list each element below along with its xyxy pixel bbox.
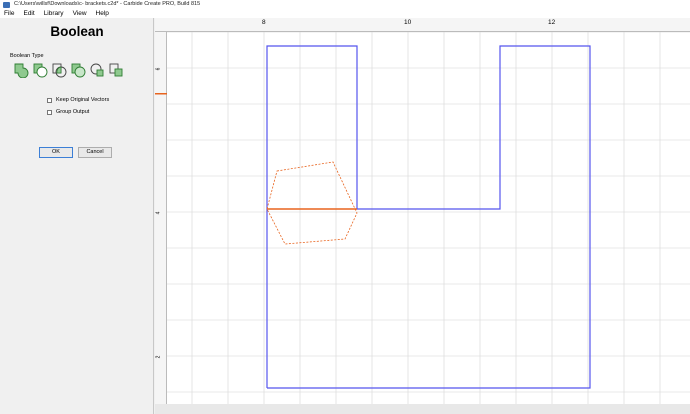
horizontal-ruler: 8 10 12 — [155, 18, 690, 32]
exclude-icon[interactable] — [108, 62, 124, 78]
menu-file[interactable]: File — [4, 9, 14, 18]
keep-original-vectors-checkbox[interactable] — [47, 97, 52, 103]
title-bar: C:\Users\willsf\Downloads\c- brackets.c2… — [0, 0, 690, 9]
ruler-label-y-6: 6 — [155, 67, 162, 71]
vertical-ruler: 6 4 2 — [155, 32, 167, 404]
ruler-label-x-8: 8 — [262, 19, 266, 26]
cancel-button[interactable]: Cancel — [78, 147, 112, 158]
panel-title: Boolean — [50, 24, 104, 39]
menu-edit[interactable]: Edit — [23, 9, 34, 18]
split-icon[interactable] — [89, 62, 105, 78]
selected-outline-shape[interactable] — [266, 45, 591, 389]
union-icon[interactable] — [13, 62, 29, 78]
group-output-label: Group Output — [56, 109, 90, 115]
boolean-type-label: Boolean Type — [10, 53, 44, 59]
boolean-type-icons — [13, 62, 127, 78]
grid — [167, 31, 690, 404]
menu-bar: File Edit Library View Help — [0, 9, 690, 18]
merge-icon[interactable] — [70, 62, 86, 78]
dashed-hexagon-vector[interactable] — [266, 161, 358, 245]
ruler-position-marker — [155, 93, 167, 95]
keep-original-vectors-option[interactable]: Keep Original Vectors — [47, 97, 109, 103]
ruler-label-y-2: 2 — [155, 355, 162, 359]
intersect-icon[interactable] — [51, 62, 67, 78]
ok-button[interactable]: OK — [39, 147, 73, 158]
boolean-panel: Boolean Boolean Type Keep Original Vecto… — [0, 18, 154, 414]
design-canvas[interactable] — [167, 31, 690, 404]
ruler-label-x-10: 10 — [404, 19, 412, 26]
window-title: C:\Users\willsf\Downloads\c- brackets.c2… — [14, 1, 201, 7]
keep-original-vectors-label: Keep Original Vectors — [56, 97, 110, 103]
menu-library[interactable]: Library — [44, 9, 64, 18]
app-icon — [3, 1, 10, 8]
group-output-checkbox[interactable] — [47, 109, 52, 115]
group-output-option[interactable]: Group Output — [47, 109, 89, 115]
menu-view[interactable]: View — [73, 9, 87, 18]
menu-help[interactable]: Help — [96, 9, 109, 18]
status-bar — [155, 404, 690, 414]
ruler-label-y-4: 4 — [155, 211, 162, 215]
canvas-drawing — [167, 31, 690, 404]
subtract-icon[interactable] — [32, 62, 48, 78]
ruler-label-x-12: 12 — [548, 19, 556, 26]
